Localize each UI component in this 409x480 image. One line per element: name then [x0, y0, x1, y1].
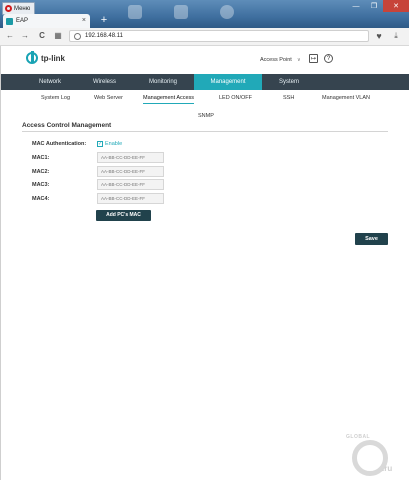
bg-app-icon [174, 5, 188, 19]
mac2-input[interactable] [97, 166, 164, 177]
mac-auth-label: MAC Authentication: [32, 141, 87, 147]
nav-system[interactable]: System [262, 74, 316, 90]
section-divider [22, 131, 388, 132]
mac4-label: MAC4: [32, 196, 50, 202]
tab-snmp[interactable]: SNMP [198, 113, 214, 119]
mac1-label: MAC1: [32, 155, 50, 161]
mac2-label: MAC2: [32, 169, 50, 175]
enable-checkbox[interactable]: ✓ [97, 141, 103, 147]
tp-link-logo: tp-link [26, 51, 65, 64]
bg-app-icon [220, 5, 234, 19]
logo-text: tp-link [41, 53, 65, 63]
tab-system-log[interactable]: System Log [41, 95, 70, 101]
add-pc-mac-button[interactable]: Add PC's MAC Address [96, 210, 151, 229]
nav-management[interactable]: Management [194, 74, 262, 90]
opera-icon [5, 5, 12, 12]
tp-link-logo-icon [26, 51, 38, 64]
address-bar[interactable]: 192.168.48.11 [69, 30, 369, 42]
maximize-button[interactable]: ❐ [365, 0, 383, 12]
help-icon[interactable]: ? [324, 54, 333, 63]
watermark-text: GLOBAL [346, 434, 371, 440]
url-text: 192.168.48.11 [85, 33, 123, 39]
speed-dial-icon[interactable]: ▦ [53, 31, 63, 41]
watermark-suffix: .ru [382, 464, 393, 473]
logout-icon[interactable]: ↦ [309, 54, 318, 63]
mac3-input[interactable] [97, 179, 164, 190]
bg-app-icon [128, 5, 142, 19]
section-title: Access Control Management [22, 122, 112, 129]
tab-web-server[interactable]: Web Server [94, 95, 123, 101]
chevron-down-icon[interactable]: ∨ [297, 57, 301, 63]
browser-titlebar: Меню EAP × + — ❐ ✕ [0, 0, 409, 28]
mac4-input[interactable] [97, 193, 164, 204]
reload-icon[interactable]: C [37, 31, 47, 41]
forward-icon[interactable]: → [20, 31, 30, 41]
tab-management-access[interactable]: Management Access [143, 95, 195, 104]
background-icons [122, 3, 342, 25]
site-watermark: GLOBAL .ru [340, 434, 409, 480]
page-header: tp-link Access Point ∨ ↦ ? [1, 46, 409, 74]
new-tab-button[interactable]: + [99, 15, 109, 26]
close-window-button[interactable]: ✕ [383, 0, 409, 12]
heart-icon[interactable]: ♥ [374, 31, 384, 41]
tab-close-icon[interactable]: × [82, 17, 86, 24]
nav-monitoring[interactable]: Monitoring [132, 74, 194, 90]
browser-tab[interactable]: EAP × [3, 14, 90, 28]
main-nav: Network Wireless Monitoring Management S… [1, 74, 409, 90]
mode-selector[interactable]: Access Point [260, 57, 292, 63]
tab-management-vlan[interactable]: Management VLAN [322, 95, 370, 101]
mac1-input[interactable] [97, 152, 164, 163]
window-controls: — ❐ ✕ [347, 0, 409, 12]
back-icon[interactable]: ← [5, 31, 15, 41]
mac3-label: MAC3: [32, 182, 50, 188]
nav-network[interactable]: Network [23, 74, 77, 90]
web-page: tp-link Access Point ∨ ↦ ? Network Wirel… [0, 46, 409, 480]
tab-favicon-icon [6, 17, 13, 25]
tab-title: EAP [16, 18, 29, 24]
nav-wireless[interactable]: Wireless [77, 74, 132, 90]
browser-navbar: ← → C ▦ 192.168.48.11 ♥ ⤓ [0, 28, 409, 46]
site-info-icon[interactable] [74, 32, 81, 40]
download-icon[interactable]: ⤓ [391, 31, 401, 41]
menu-label: Меню [14, 5, 31, 12]
tab-ssh[interactable]: SSH [283, 95, 294, 101]
enable-label[interactable]: Enable [105, 141, 122, 147]
minimize-button[interactable]: — [347, 0, 365, 12]
tab-led-on-off[interactable]: LED ON/OFF [219, 95, 252, 101]
save-button[interactable]: Save [355, 233, 388, 245]
